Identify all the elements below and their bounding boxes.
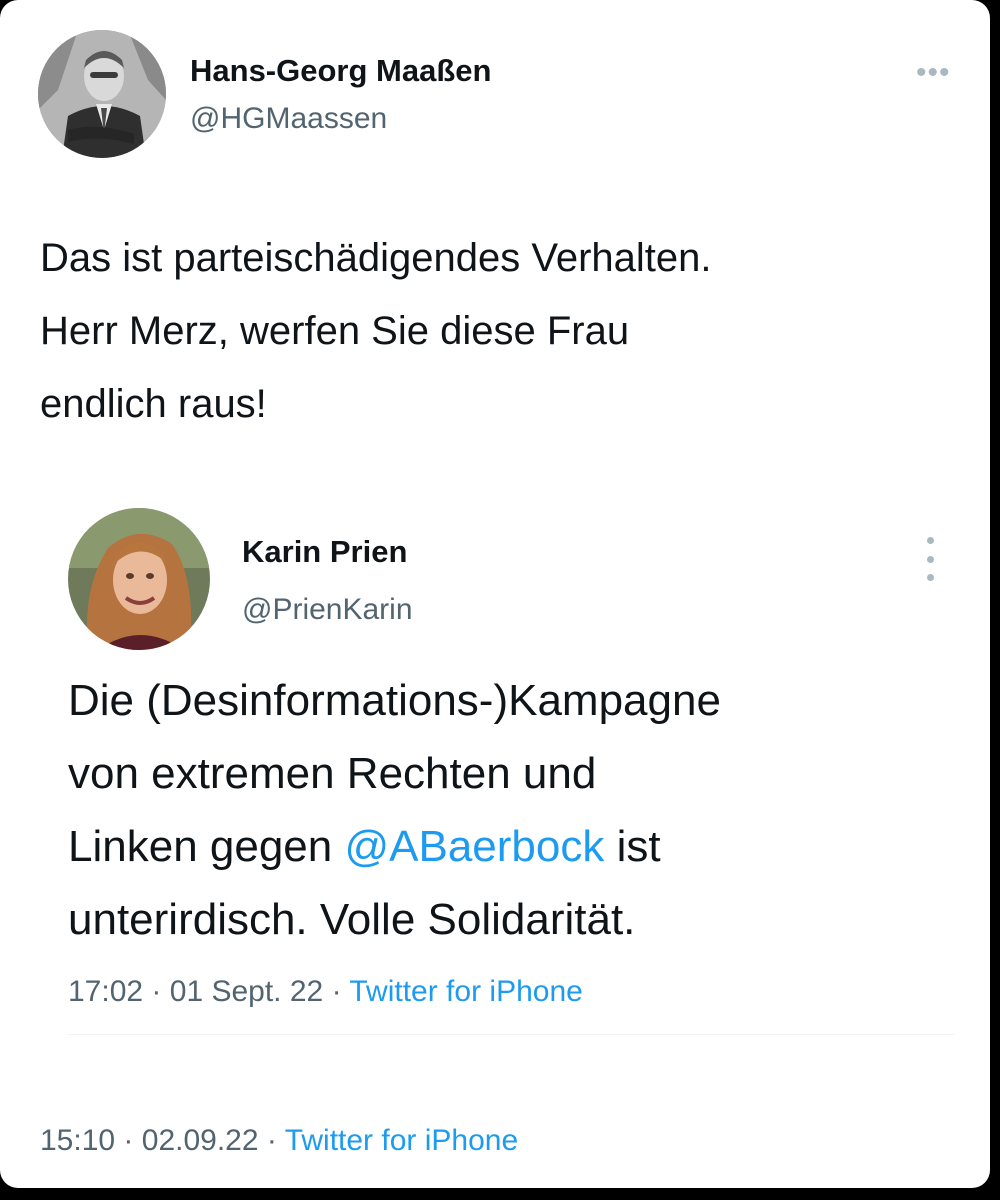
quoted-text-line: Linken gegen @ABaerbock ist xyxy=(68,810,968,883)
tweet-date: 02.09.22 xyxy=(141,1124,259,1157)
meta-separator: · xyxy=(151,975,162,1008)
dot-icon xyxy=(926,574,934,581)
profile-photo-icon xyxy=(68,508,210,650)
quoted-tweet-date: 01 Sept. 22 xyxy=(169,975,324,1008)
quoted-tweet-text: Die (Desinformations-)Kampagne von extre… xyxy=(68,664,968,956)
meta-separator: · xyxy=(266,1124,277,1157)
quoted-text-line: Die (Desinformations-)Kampagne xyxy=(68,676,721,725)
quoted-tweet-meta: 17:02 · 01 Sept. 22 · Twitter for iPhone xyxy=(68,975,583,1009)
author-handle[interactable]: @HGMaassen xyxy=(190,102,387,136)
screenshot-background: Hans-Georg Maaßen @HGMaassen ••• Das ist… xyxy=(0,0,1000,1200)
avatar-prienkarin[interactable] xyxy=(68,508,210,650)
quoted-text-line: unterirdisch. Volle Solidarität. xyxy=(68,895,636,944)
tweet-card: Hans-Georg Maaßen @HGMaassen ••• Das ist… xyxy=(0,0,990,1188)
meta-separator: · xyxy=(331,975,342,1008)
tweet-source-link[interactable]: Twitter for iPhone xyxy=(285,1124,518,1157)
more-options-horizontal-icon[interactable]: ••• xyxy=(916,58,951,88)
profile-photo-icon xyxy=(38,30,166,158)
quoted-tweet-source-link[interactable]: Twitter for iPhone xyxy=(349,975,582,1008)
quoted-author-handle[interactable]: @PrienKarin xyxy=(242,593,413,627)
tweet-text: Das ist parteischädigendes Verhalten. He… xyxy=(40,222,970,441)
tweet-text-line: Das ist parteischädigendes Verhalten. xyxy=(40,236,712,280)
quoted-tweet-time: 17:02 xyxy=(68,975,144,1008)
tweet-meta: 15:10 · 02.09.22 · Twitter for iPhone xyxy=(40,1124,518,1158)
tweet-text-line: Herr Merz, werfen Sie diese Frau xyxy=(40,309,630,353)
tweet-time: 15:10 xyxy=(40,1124,116,1157)
divider xyxy=(68,1034,955,1035)
author-name[interactable]: Hans-Georg Maaßen xyxy=(190,53,491,89)
tweet-text-line: endlich raus! xyxy=(40,382,267,426)
dot-icon xyxy=(926,537,934,544)
meta-separator: · xyxy=(123,1124,134,1157)
more-options-vertical-icon[interactable] xyxy=(924,537,936,581)
quoted-author-name[interactable]: Karin Prien xyxy=(242,534,407,570)
dot-icon xyxy=(926,555,934,563)
mention-link[interactable]: @ABaerbock xyxy=(344,822,604,871)
quoted-text-line: von extremen Rechten und xyxy=(68,749,597,798)
avatar-hgmaassen[interactable] xyxy=(38,30,166,158)
quoted-text-segment: ist xyxy=(604,822,661,871)
quoted-text-segment: Linken gegen xyxy=(68,822,345,871)
